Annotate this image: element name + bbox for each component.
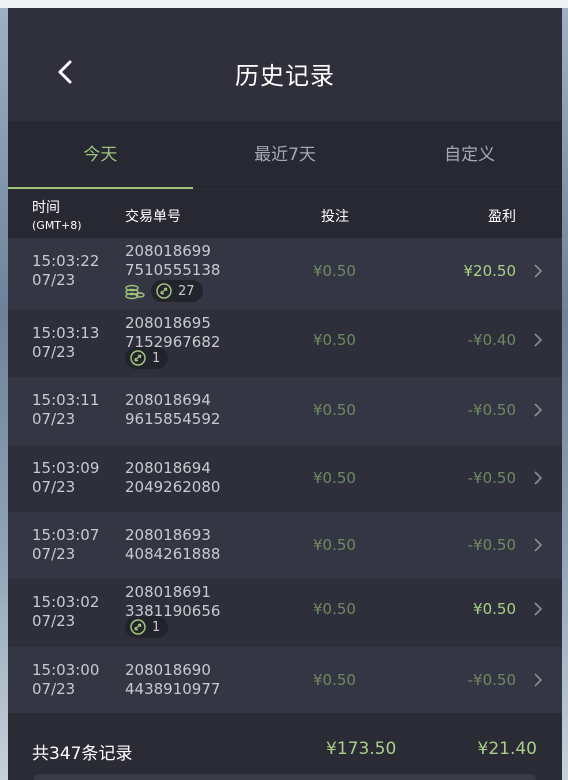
record-time: 15:03:22 07/23 [32,252,99,290]
record-time: 15:03:07 07/23 [32,526,99,564]
tab-today[interactable]: 今天 [8,121,193,189]
tab-last-7-days[interactable]: 最近7天 [193,121,378,189]
header: 历史记录 [8,8,562,121]
record-order-id: 208018699 7510555138 [125,242,220,280]
record-row[interactable]: 15:03:13 07/23 208018695 7152967682 ¥0.50 -¥0… [8,310,562,377]
record-date-value: 07/23 [32,343,76,361]
total-records-label: 共347条记录 [32,744,133,764]
record-list: 15:03:22 07/23 208018699 7510555138 ¥0.50 ¥20… [8,238,562,713]
order-id-line-2: 7510555138 [125,261,221,279]
order-id-line-1: 208018690 [125,661,211,679]
record-row[interactable]: 15:03:02 07/23 208018691 3381190656 ¥0.50 ¥0.… [8,579,562,647]
summary-footer: 共347条记录 ¥173.50 ¥21.40 [8,713,562,780]
record-order-id: 208018690 4438910977 [125,661,220,699]
record-time-value: 15:03:11 [32,391,100,409]
record-profit: ¥0.50 [473,600,516,618]
record-row[interactable]: 15:03:00 07/23 208018690 4438910977 ¥0.50 -¥0… [8,647,562,713]
record-date-value: 07/23 [32,680,76,698]
record-badges: 1 [125,616,169,638]
cycle-count: 1 [152,619,161,635]
record-profit: ¥20.50 [463,262,517,280]
bottom-bar [34,774,536,780]
record-bet: ¥0.50 [313,331,356,349]
record-row[interactable]: 15:03:11 07/23 208018694 9615854592 ¥0.50 -¥0… [8,377,562,445]
order-id-line-1: 208018691 [125,583,211,601]
record-row[interactable]: 15:03:09 07/23 208018694 2049262080 ¥0.50 -¥0… [8,445,562,512]
record-badges: 27 [125,280,203,302]
record-time-value: 15:03:07 [32,526,100,544]
record-bet: ¥0.50 [313,600,356,618]
chevron-right-icon [534,602,543,616]
record-time: 15:03:02 07/23 [32,593,99,631]
order-id-line-1: 208018693 [125,526,211,544]
chevron-right-icon [534,264,543,278]
record-bet: ¥0.50 [313,262,356,280]
column-header: 时间 (GMT+8) 交易单号 投注 盈利 [8,189,562,238]
order-id-line-2: 4084261888 [125,545,221,563]
order-id-line-1: 208018695 [125,314,211,332]
refresh-icon [156,283,172,299]
record-time-value: 15:03:00 [32,661,100,679]
coins-icon [125,284,145,300]
record-order-id: 208018694 2049262080 [125,459,220,497]
column-profit: 盈利 [488,209,516,225]
cycle-count: 27 [178,283,195,299]
column-time-label: 时间 [32,200,60,216]
record-time-value: 15:03:22 [32,252,100,270]
chevron-right-icon [534,403,543,417]
refresh-icon [130,619,146,635]
record-profit: -¥0.50 [467,671,516,689]
record-order-id: 208018693 4084261888 [125,526,220,564]
record-time: 15:03:09 07/23 [32,459,99,497]
total-bet-value: ¥173.50 [326,739,397,759]
record-time: 15:03:00 07/23 [32,661,99,699]
order-id-line-1: 208018699 [125,242,211,260]
record-time-value: 15:03:02 [32,593,100,611]
record-date-value: 07/23 [32,271,76,289]
tab-custom[interactable]: 自定义 [377,121,562,189]
record-time: 15:03:13 07/23 [32,324,99,362]
history-panel: 历史记录 今天 最近7天 自定义 时间 (GMT+8) 交易单号 投注 盈利 1… [8,8,562,780]
record-bet: ¥0.50 [313,469,356,487]
record-profit: -¥0.40 [467,331,516,349]
chevron-right-icon [534,673,543,687]
record-date-value: 07/23 [32,612,76,630]
record-date-value: 07/23 [32,545,76,563]
cycle-badge: 1 [125,616,169,638]
record-badges: 1 [125,347,169,369]
record-bet: ¥0.50 [313,536,356,554]
order-id-line-2: 4438910977 [125,680,221,698]
record-profit: -¥0.50 [467,536,516,554]
cycle-badge: 27 [151,280,203,302]
order-id-line-2: 9615854592 [125,410,221,428]
record-date-value: 07/23 [32,478,76,496]
record-profit: -¥0.50 [467,401,516,419]
chevron-right-icon [534,471,543,485]
column-time: 时间 (GMT+8) [32,200,82,234]
record-time-value: 15:03:13 [32,324,100,342]
tab-bar: 今天 最近7天 自定义 [8,121,562,189]
column-bet: 投注 [321,209,349,225]
chevron-right-icon [534,538,543,552]
record-date-value: 07/23 [32,410,76,428]
record-row[interactable]: 15:03:07 07/23 208018693 4084261888 ¥0.50 -¥0… [8,512,562,579]
chevron-right-icon [534,333,543,347]
record-bet: ¥0.50 [313,671,356,689]
record-profit: -¥0.50 [467,469,516,487]
record-bet: ¥0.50 [313,401,356,419]
record-row[interactable]: 15:03:22 07/23 208018699 7510555138 ¥0.50 ¥20… [8,238,562,310]
cycle-badge: 1 [125,347,169,369]
cycle-count: 1 [152,350,161,366]
order-id-line-2: 2049262080 [125,478,221,496]
record-order-id: 208018694 9615854592 [125,391,220,429]
record-time-value: 15:03:09 [32,459,100,477]
total-profit-value: ¥21.40 [477,739,537,759]
record-time: 15:03:11 07/23 [32,391,99,429]
column-timezone-label: (GMT+8) [32,219,82,232]
order-id-line-1: 208018694 [125,459,211,477]
order-id-line-1: 208018694 [125,391,211,409]
refresh-icon [130,350,146,366]
page-title: 历史记录 [235,62,335,90]
column-order: 交易单号 [125,209,181,225]
